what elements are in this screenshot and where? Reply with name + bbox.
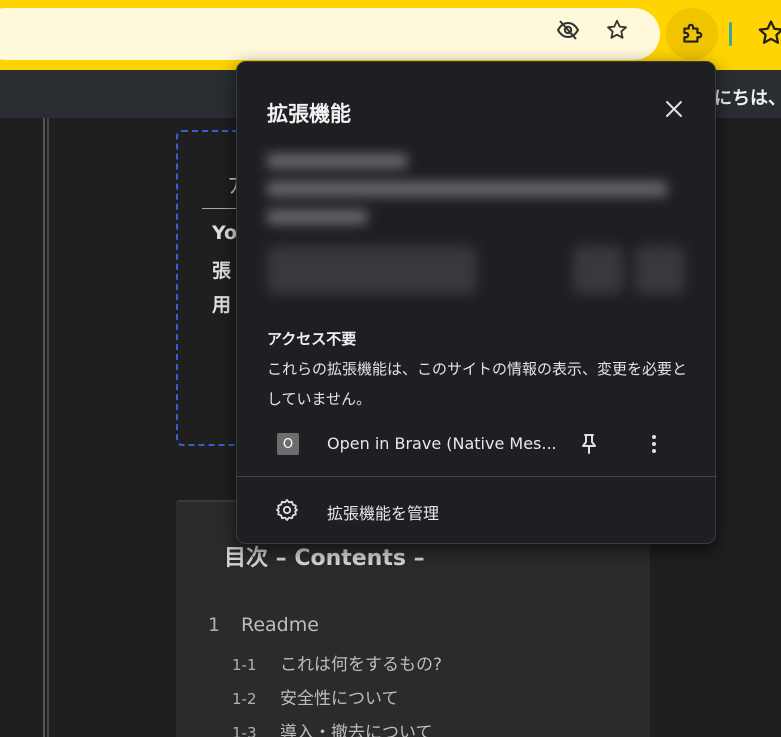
toc-item-number: 1: [208, 614, 221, 636]
toc-item-number: 1-2: [232, 690, 257, 708]
extension-name: Open in Brave (Native Mes...: [327, 434, 557, 453]
toc-item[interactable]: 1-2 安全性について: [232, 684, 399, 709]
notice-text-line: 用: [212, 294, 232, 316]
close-icon: [666, 101, 682, 117]
greeting-text: にちは、: [714, 88, 781, 109]
popup-divider: [237, 476, 717, 477]
browser-toolbar: [0, 0, 781, 70]
page-border-line: [47, 118, 49, 737]
toc-item-number: 1-3: [232, 724, 257, 737]
pin-icon[interactable]: [577, 432, 601, 456]
extension-icon: O: [277, 433, 299, 455]
toc-item-label: これは何をするもの?: [280, 655, 443, 675]
toc-item-label: 導入・撤去について: [280, 723, 433, 737]
popup-title: 拡張機能: [267, 102, 351, 126]
toc-item[interactable]: 1 Readme: [208, 614, 319, 636]
close-button[interactable]: [661, 96, 687, 122]
section-heading-no-access: アクセス不要: [267, 330, 357, 348]
extensions-puzzle-button[interactable]: [666, 8, 718, 60]
puzzle-icon: [683, 23, 703, 43]
eye-slash-icon[interactable]: [556, 18, 580, 42]
toc-item[interactable]: 1-3 導入・撤去について: [232, 718, 433, 737]
toc-item[interactable]: 1-1 これは何をするもの?: [232, 650, 442, 675]
bookmark-star-icon[interactable]: [605, 18, 629, 42]
gear-icon: [275, 498, 299, 522]
extensions-popup: 拡張機能 アクセス不要 これらの拡張機能は、このサイトの情報の表示、変更を必要と…: [236, 61, 717, 544]
toolbar-separator: [729, 22, 732, 46]
more-options-icon[interactable]: [642, 432, 666, 456]
favorites-icon[interactable]: [756, 18, 781, 48]
notice-text-line: Yo: [212, 222, 238, 244]
section-description: これらの拡張機能は、このサイトの情報の表示、変更を必要としていません。: [267, 360, 688, 408]
manage-extensions-label: 拡張機能を管理: [327, 504, 440, 523]
toc-item-label: Readme: [241, 614, 319, 636]
toc-item-label: 安全性について: [280, 689, 399, 709]
page-border-line: [43, 118, 45, 737]
toc-title: 目次 – Contents –: [224, 546, 425, 571]
extension-item[interactable]: O Open in Brave (Native Mes...: [237, 424, 717, 464]
manage-extensions-button[interactable]: 拡張機能を管理: [237, 488, 717, 532]
blurred-section: [263, 148, 693, 298]
notice-text-line: 張: [212, 260, 232, 282]
toc-item-number: 1-1: [232, 656, 257, 674]
